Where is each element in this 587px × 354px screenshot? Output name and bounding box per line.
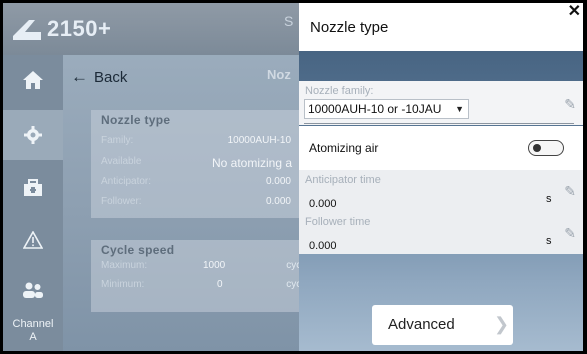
cycle-speed-card[interactable]: Cycle speed Maximum: 1000 cycle Minimum:…	[91, 240, 309, 312]
background-app: 2150+ S Channel A ← Back Noz Nozzle type…	[3, 3, 309, 351]
follower-value: 0.000	[309, 240, 337, 252]
nozzle-type-dialog: Nozzle type ✕ Nozzle family: 10000AUH-10…	[299, 3, 583, 351]
sidebar-item-channel[interactable]: Channel A	[3, 311, 63, 351]
users-icon	[23, 282, 43, 298]
row-label: Minimum:	[101, 279, 145, 290]
logo-text: 2150+	[47, 16, 112, 41]
header-side-text: S	[284, 13, 294, 29]
nozzle-family-select[interactable]: 10000AUH-10 or -10JAU ▼	[304, 99, 469, 119]
advanced-label: Advanced	[388, 316, 455, 333]
atomizing-air-label: Atomizing air	[309, 141, 379, 155]
anticipator-value: 0.000	[309, 198, 337, 210]
dialog-header: Nozzle type ✕	[299, 3, 583, 51]
sidebar: Channel A	[3, 55, 63, 351]
row-label: Available	[101, 156, 142, 167]
channel-indicator: Channel A	[13, 318, 54, 344]
home-icon	[23, 71, 43, 89]
logo: 2150+	[13, 13, 113, 45]
sidebar-item-alarms[interactable]	[3, 215, 63, 265]
select-value: 10000AUH-10 or -10JAU	[308, 102, 442, 116]
main-content: ← Back Noz Nozzle type Family: 10000AUH-…	[63, 55, 309, 351]
sidebar-item-settings[interactable]	[3, 110, 63, 160]
warning-icon	[23, 231, 43, 249]
follower-unit: s	[546, 235, 552, 247]
sidebar-item-users[interactable]	[3, 265, 63, 315]
row-label: Family:	[101, 135, 134, 146]
field-label: Follower time	[305, 216, 371, 228]
channel-label: Channel	[12, 318, 54, 330]
advanced-button[interactable]: Advanced ❯	[372, 305, 513, 345]
row-value: 0	[217, 279, 223, 290]
nozzle-type-card[interactable]: Nozzle type Family: 10000AUH-10 Availabl…	[91, 110, 305, 218]
row-value: 10000AUH-10	[227, 135, 291, 146]
atomizing-air-toggle[interactable]	[528, 140, 564, 156]
app-header: 2150+ S	[3, 3, 299, 55]
gear-icon	[24, 126, 42, 144]
page-title: Noz	[267, 67, 291, 82]
anticipator-time-field[interactable]: Anticipator time 0.000 s ✎	[299, 170, 583, 212]
row-value: No atomizing a	[212, 156, 293, 170]
chevron-right-icon: ❯	[494, 314, 510, 334]
follower-time-field[interactable]: Follower time 0.000 s ✎	[299, 212, 583, 254]
toggle-knob	[533, 144, 541, 152]
field-label: Nozzle family:	[305, 85, 374, 97]
nozzle-family-field: Nozzle family: 10000AUH-10 or -10JAU ▼ ✎	[299, 81, 583, 125]
sidebar-item-maintenance[interactable]	[3, 163, 63, 213]
dialog-title: Nozzle type	[310, 19, 389, 36]
row-value: 1000	[203, 260, 226, 271]
channel-value: A	[29, 331, 37, 343]
pencil-icon[interactable]: ✎	[564, 183, 576, 200]
back-label: Back	[94, 68, 128, 86]
anticipator-unit: s	[546, 193, 552, 205]
pencil-icon[interactable]: ✎	[564, 225, 576, 242]
card-title: Cycle speed	[101, 243, 175, 257]
field-underline	[304, 123, 574, 124]
row-value: 0.000	[265, 196, 291, 207]
logo-mark-icon	[13, 20, 41, 40]
back-arrow-icon: ←	[71, 67, 88, 86]
chevron-down-icon: ▼	[455, 104, 464, 114]
toolbox-icon	[24, 179, 42, 196]
row-label: Maximum:	[101, 260, 148, 271]
row-label: Follower:	[101, 196, 142, 207]
card-title: Nozzle type	[101, 113, 171, 127]
screen-frame: 2150+ S Channel A ← Back Noz Nozzle type…	[3, 3, 583, 351]
back-button[interactable]: ← Back	[71, 67, 127, 87]
atomizing-air-field: Atomizing air	[299, 126, 583, 170]
row-label: Anticipator:	[101, 176, 152, 187]
close-icon[interactable]: ✕	[568, 4, 581, 20]
field-label: Anticipator time	[305, 174, 381, 186]
pencil-icon[interactable]: ✎	[564, 96, 576, 113]
sidebar-item-home[interactable]	[3, 55, 63, 105]
row-value: 0.000	[265, 176, 291, 187]
